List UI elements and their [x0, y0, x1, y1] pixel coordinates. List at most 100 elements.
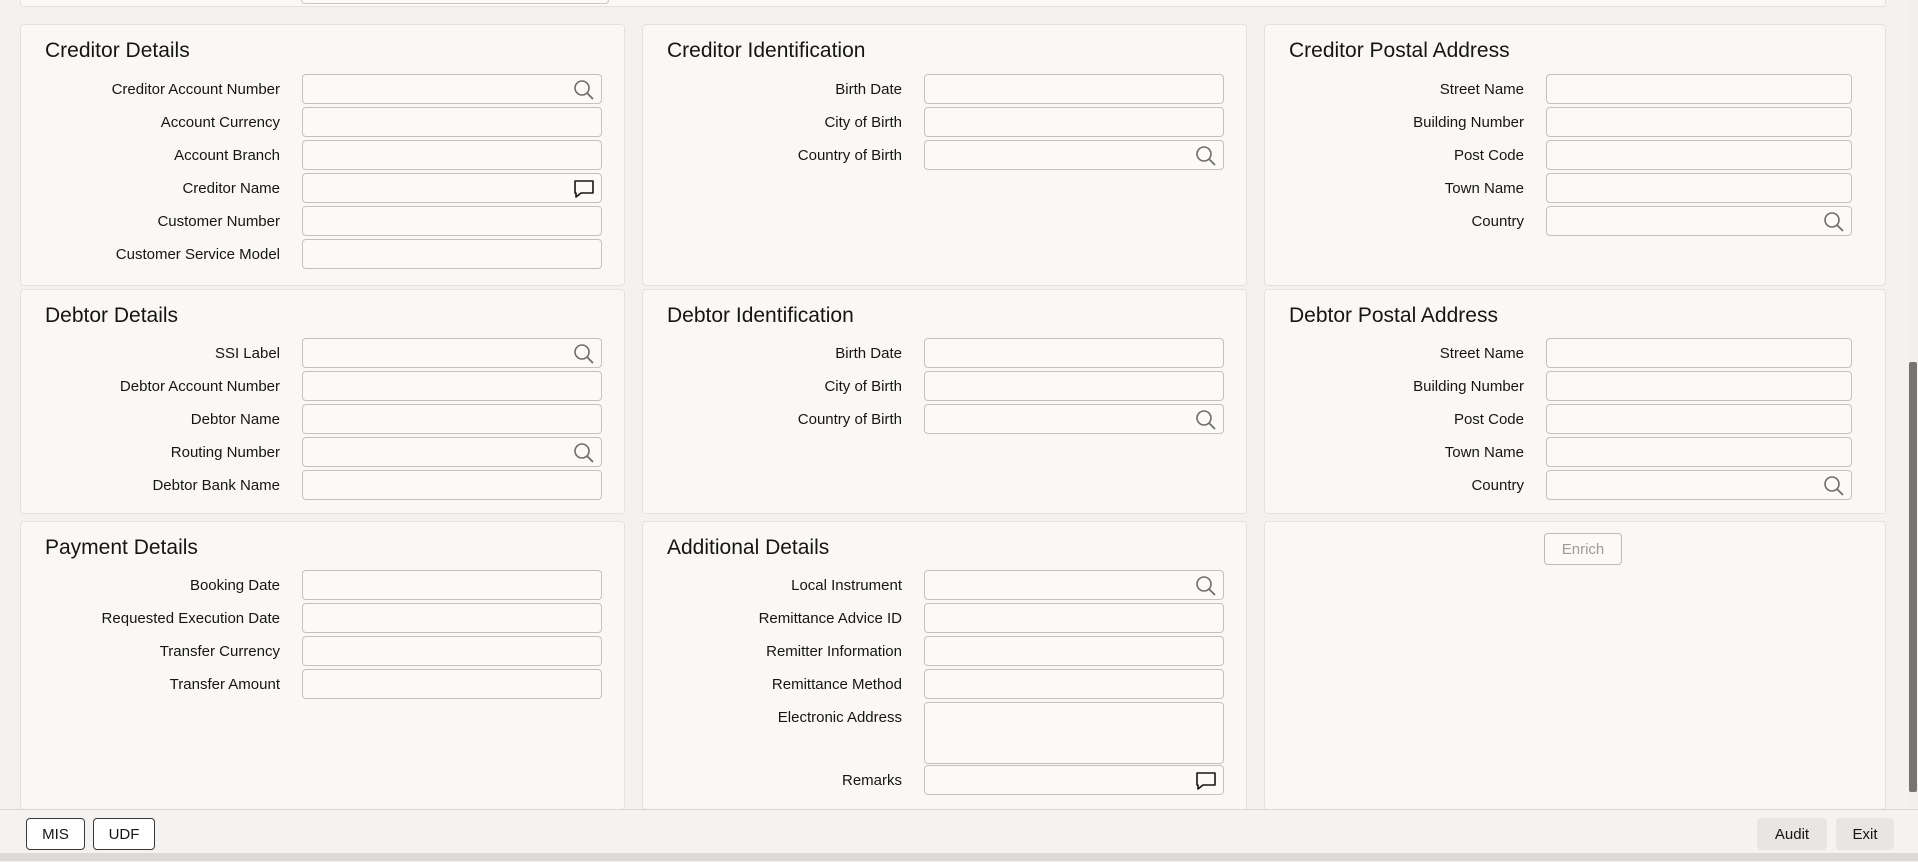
birth-date-input[interactable] — [924, 74, 1224, 104]
country-input[interactable] — [1546, 206, 1852, 236]
remittance-method-input[interactable] — [924, 669, 1224, 699]
debtor-identification-panel: Debtor Identification Birth Date City of… — [642, 289, 1247, 514]
field-label: Debtor Bank Name — [152, 477, 280, 494]
form-row-ssi-label: SSI Label — [21, 338, 624, 370]
form-row-creditor-account-number: Creditor Account Number — [21, 74, 624, 106]
field-label: Routing Number — [170, 444, 280, 461]
debtor-bank-name-input[interactable] — [302, 470, 602, 500]
search-icon[interactable] — [573, 343, 595, 365]
remitter-information-input[interactable] — [924, 636, 1224, 666]
field-label: Post Code — [1453, 411, 1524, 428]
field-label: Remitter Information — [766, 643, 902, 660]
customer-service-model-input[interactable] — [302, 239, 602, 269]
form-row-customer-number: Customer Number — [21, 206, 624, 238]
transfer-amount-input[interactable] — [302, 669, 602, 699]
exit-button[interactable]: Exit — [1836, 818, 1894, 850]
field-label: Street Name — [1439, 81, 1524, 98]
comment-icon[interactable] — [1195, 770, 1217, 792]
customer-number-input[interactable] — [302, 206, 602, 236]
udf-button[interactable]: UDF — [93, 818, 155, 850]
field-label: Birth Date — [835, 81, 902, 98]
search-icon[interactable] — [573, 79, 595, 101]
form-row-building-number: Building Number — [1265, 371, 1885, 403]
building-number-input[interactable] — [1546, 107, 1852, 137]
panel-title: Creditor Identification — [667, 39, 866, 62]
post-code-input[interactable] — [1546, 404, 1852, 434]
creditor-name-input[interactable] — [302, 173, 602, 203]
form-row-account-branch: Account Branch — [21, 140, 624, 172]
search-icon[interactable] — [1195, 575, 1217, 597]
debtor-details-panel: Debtor Details SSI Label Debtor Account … — [20, 289, 625, 514]
panel-title: Debtor Identification — [667, 304, 854, 327]
mis-button[interactable]: MIS — [26, 818, 85, 850]
post-code-input[interactable] — [1546, 140, 1852, 170]
search-icon[interactable] — [1823, 211, 1845, 233]
field-label: Building Number — [1413, 114, 1524, 131]
field-label: City of Birth — [824, 114, 902, 131]
town-name-input[interactable] — [1546, 173, 1852, 203]
form-row-routing-number: Routing Number — [21, 437, 624, 469]
field-edge — [301, 0, 609, 4]
form-row-booking-date: Booking Date — [21, 570, 624, 602]
debtor-name-input[interactable] — [302, 404, 602, 434]
city-of-birth-input[interactable] — [924, 107, 1224, 137]
panel-title: Additional Details — [667, 536, 830, 559]
account-branch-input[interactable] — [302, 140, 602, 170]
country-input[interactable] — [1546, 470, 1852, 500]
search-icon[interactable] — [1195, 409, 1217, 431]
routing-number-input[interactable] — [302, 437, 602, 467]
debtor-postal-address-panel: Debtor Postal Address Street Name Buildi… — [1264, 289, 1886, 514]
remarks-input[interactable] — [924, 765, 1224, 795]
field-label: Remarks — [841, 772, 902, 789]
form-row-debtor-bank-name: Debtor Bank Name — [21, 470, 624, 502]
country-of-birth-input[interactable] — [924, 404, 1224, 434]
search-icon[interactable] — [573, 442, 595, 464]
form-row-birth-date: Birth Date — [643, 338, 1246, 370]
requested-execution-date-input[interactable] — [302, 603, 602, 633]
form-row-birth-date: Birth Date — [643, 74, 1246, 106]
audit-button[interactable]: Audit — [1757, 818, 1827, 850]
payment-details-panel: Payment Details Booking Date Requested E… — [20, 521, 625, 810]
enrich-button[interactable]: Enrich — [1544, 533, 1622, 565]
search-icon[interactable] — [1195, 145, 1217, 167]
vertical-scrollbar-thumb[interactable] — [1909, 362, 1917, 792]
creditor-account-number-input[interactable] — [302, 74, 602, 104]
panel-title: Debtor Postal Address — [1289, 304, 1498, 327]
local-instrument-input[interactable] — [924, 570, 1224, 600]
search-icon[interactable] — [1823, 475, 1845, 497]
field-label: Post Code — [1453, 147, 1524, 164]
electronic-address-textarea[interactable] — [924, 702, 1224, 764]
window-bottom-edge — [0, 853, 1918, 861]
street-name-input[interactable] — [1546, 74, 1852, 104]
field-label: Town Name — [1444, 444, 1524, 461]
town-name-input[interactable] — [1546, 437, 1852, 467]
field-label: Requested Execution Date — [101, 610, 280, 627]
comment-icon[interactable] — [573, 178, 595, 200]
booking-date-input[interactable] — [302, 570, 602, 600]
remittance-advice-id-input[interactable] — [924, 603, 1224, 633]
form-row-city-of-birth: City of Birth — [643, 107, 1246, 139]
birth-date-input[interactable] — [924, 338, 1224, 368]
transfer-currency-input[interactable] — [302, 636, 602, 666]
panel-title: Creditor Details — [45, 39, 190, 62]
city-of-birth-input[interactable] — [924, 371, 1224, 401]
debtor-account-number-input[interactable] — [302, 371, 602, 401]
form-row-post-code: Post Code — [1265, 140, 1885, 172]
form-row-country: Country — [1265, 206, 1885, 238]
field-label: Remittance Method — [771, 676, 902, 693]
form-row-remitter-information: Remitter Information — [643, 636, 1246, 668]
street-name-input[interactable] — [1546, 338, 1852, 368]
field-label: Local Instrument — [791, 577, 902, 594]
field-label: Account Branch — [174, 147, 280, 164]
field-label: Booking Date — [189, 577, 280, 594]
form-row-town-name: Town Name — [1265, 437, 1885, 469]
country-of-birth-input[interactable] — [924, 140, 1224, 170]
form-row-country: Country — [1265, 470, 1885, 502]
form-row-remarks: Remarks — [643, 765, 1246, 797]
ssi-label-input[interactable] — [302, 338, 602, 368]
account-currency-input[interactable] — [302, 107, 602, 137]
building-number-input[interactable] — [1546, 371, 1852, 401]
form-row-post-code: Post Code — [1265, 404, 1885, 436]
form-row-building-number: Building Number — [1265, 107, 1885, 139]
form-row-customer-service-model: Customer Service Model — [21, 239, 624, 271]
